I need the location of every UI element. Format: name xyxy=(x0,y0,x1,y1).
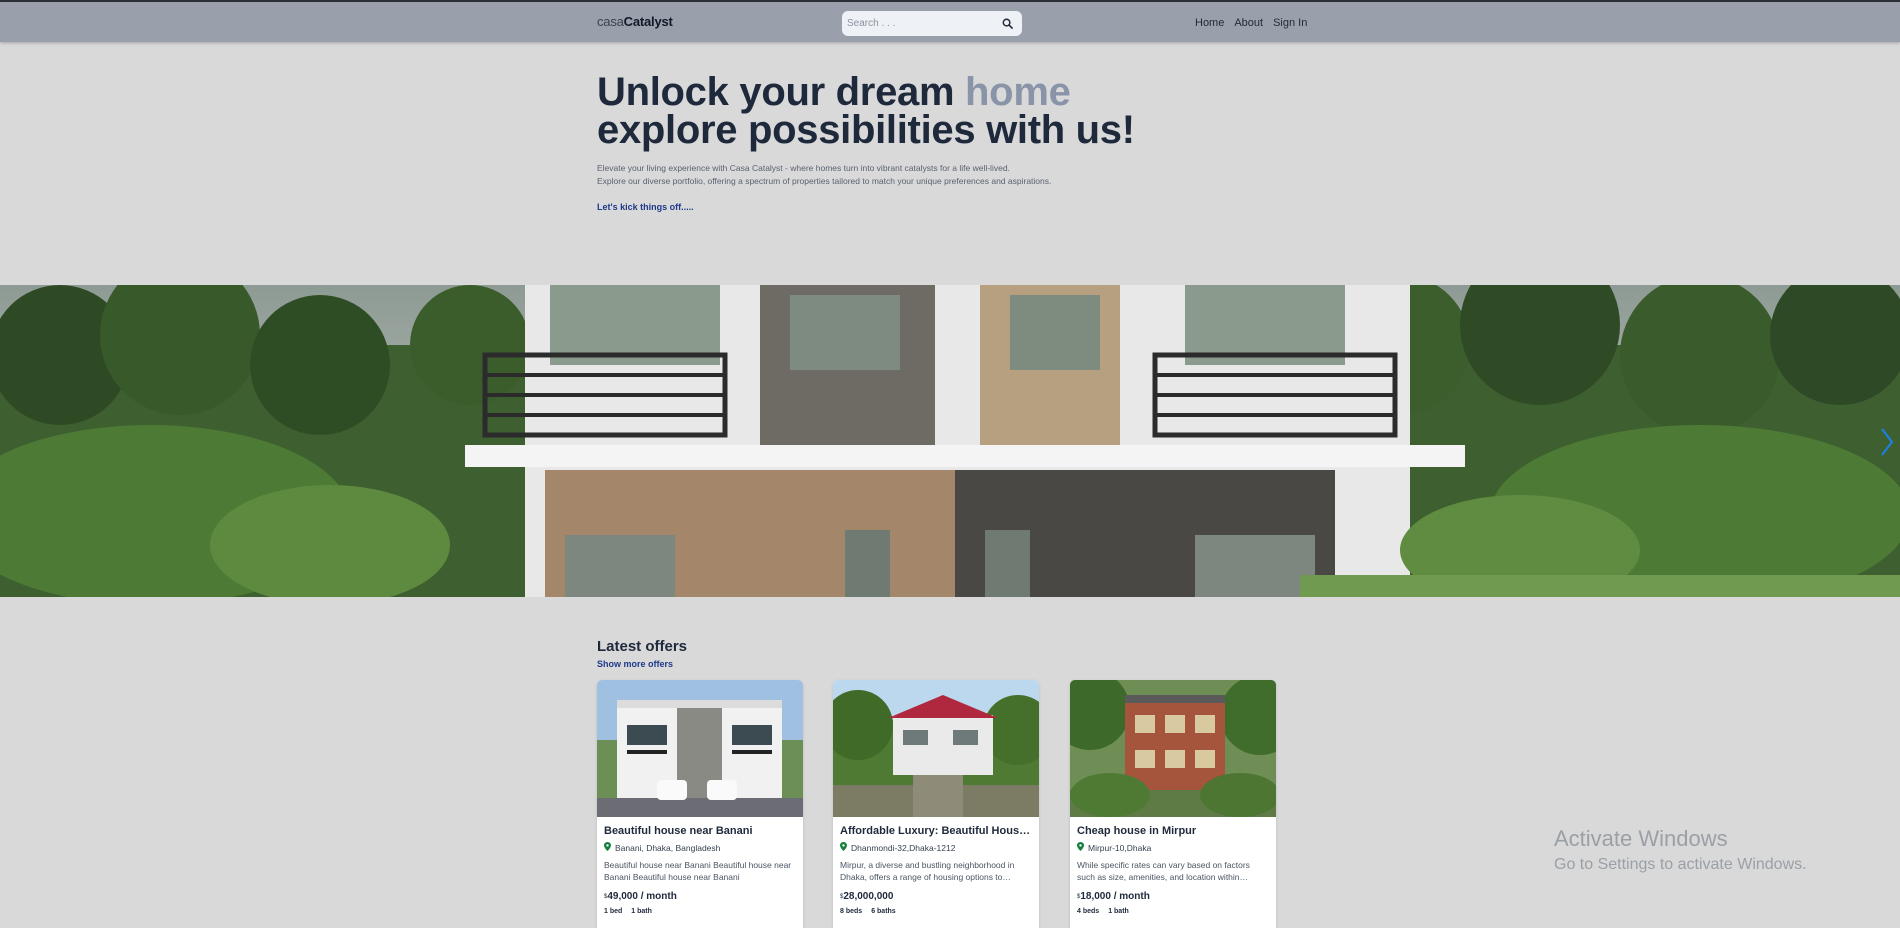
listing-location-text: Mirpur-10,Dhaka xyxy=(1088,842,1152,853)
latest-offers-heading: Latest offers xyxy=(597,638,688,655)
listing-meta: 1 bed 1 bath xyxy=(604,908,796,915)
listing-beds: 4 beds xyxy=(1077,908,1100,915)
kick-off-link[interactable]: Let's kick things off..... xyxy=(597,202,694,212)
offer-card[interactable]: Beautiful house near Banani Banani, Dhak… xyxy=(597,680,803,928)
activate-windows-watermark: Activate Windows Go to Settings to activ… xyxy=(1554,826,1807,876)
nav-about[interactable]: About xyxy=(1234,17,1263,29)
hero-banner-image xyxy=(0,285,1900,597)
hero-subtitle-line1: Elevate your living experience with Casa… xyxy=(597,163,1010,173)
listing-baths: 1 bath xyxy=(1108,908,1129,915)
listing-meta: 8 beds 6 baths xyxy=(840,908,1032,915)
location-pin-icon xyxy=(1077,842,1084,853)
search-icon[interactable] xyxy=(1002,18,1014,30)
listing-location: Dhanmondi-32,Dhaka-1212 xyxy=(840,842,1032,853)
location-pin-icon xyxy=(604,842,611,853)
listing-location-text: Banani, Dhaka, Bangladesh xyxy=(615,842,721,853)
nav-sign-in[interactable]: Sign In xyxy=(1273,17,1307,29)
listing-baths: 6 baths xyxy=(871,908,896,915)
listing-title: Beautiful house near Banani xyxy=(604,825,753,837)
listing-title: Affordable Luxury: Beautiful House in Dh… xyxy=(840,825,1032,837)
listing-meta: 4 beds 1 bath xyxy=(1077,908,1269,915)
listing-price: $18,000 / month xyxy=(1077,891,1269,902)
listing-baths: 1 bath xyxy=(631,908,652,915)
hero-subtitle: Elevate your living experience with Casa… xyxy=(597,162,1051,188)
listing-location: Mirpur-10,Dhaka xyxy=(1077,842,1269,853)
listing-beds: 1 bed xyxy=(604,908,623,915)
top-navbar: casaCatalyst Home About Sign In xyxy=(0,0,1900,42)
listing-location-text: Dhanmondi-32,Dhaka-1212 xyxy=(851,842,956,853)
offer-card[interactable]: Cheap house in Mirpur Mirpur-10,Dhaka Wh… xyxy=(1070,680,1276,928)
listing-price-value: 18,000 / month xyxy=(1080,891,1150,902)
listing-description: While specific rates can vary based on f… xyxy=(1077,860,1250,882)
logo-catalyst: Catalyst xyxy=(623,14,673,29)
listing-photo xyxy=(597,680,803,817)
listing-price: $28,000,000 xyxy=(840,891,1032,902)
site-logo[interactable]: casaCatalyst xyxy=(597,14,673,30)
listing-description: Mirpur, a diverse and bustling neighborh… xyxy=(840,860,1015,882)
listing-photo xyxy=(833,680,1039,817)
chevron-right-icon xyxy=(1880,427,1894,457)
watermark-line1: Activate Windows xyxy=(1554,826,1728,851)
carousel-next-button[interactable] xyxy=(1876,425,1898,459)
listing-price-value: 28,000,000 xyxy=(843,891,894,902)
search-box xyxy=(842,11,1022,36)
nav-home[interactable]: Home xyxy=(1195,17,1224,29)
listing-title: Cheap house in Mirpur xyxy=(1077,825,1197,837)
watermark-line2: Go to Settings to activate Windows. xyxy=(1554,856,1807,873)
listing-price: $49,000 / month xyxy=(604,891,796,902)
hero-title: Unlock your dream home explore possibili… xyxy=(597,72,1135,152)
listing-description: Beautiful house near Banani Beautiful ho… xyxy=(604,860,792,882)
listing-location: Banani, Dhaka, Bangladesh xyxy=(604,842,796,853)
listing-beds: 8 beds xyxy=(840,908,863,915)
house-facade-photo xyxy=(0,285,1900,597)
location-pin-icon xyxy=(840,842,847,853)
listing-photo xyxy=(1070,680,1276,817)
main-nav: Home About Sign In xyxy=(1195,17,1307,29)
search-input[interactable] xyxy=(847,18,1002,29)
logo-casa: casa xyxy=(597,14,624,29)
offer-card[interactable]: Affordable Luxury: Beautiful House in Dh… xyxy=(833,680,1039,928)
hero-subtitle-line2: Explore our diverse portfolio, offering … xyxy=(597,176,1052,186)
hero-title-line2: explore possibilities with us! xyxy=(597,108,1135,152)
show-more-offers-link[interactable]: Show more offers xyxy=(597,659,673,669)
listing-price-value: 49,000 / month xyxy=(607,891,677,902)
